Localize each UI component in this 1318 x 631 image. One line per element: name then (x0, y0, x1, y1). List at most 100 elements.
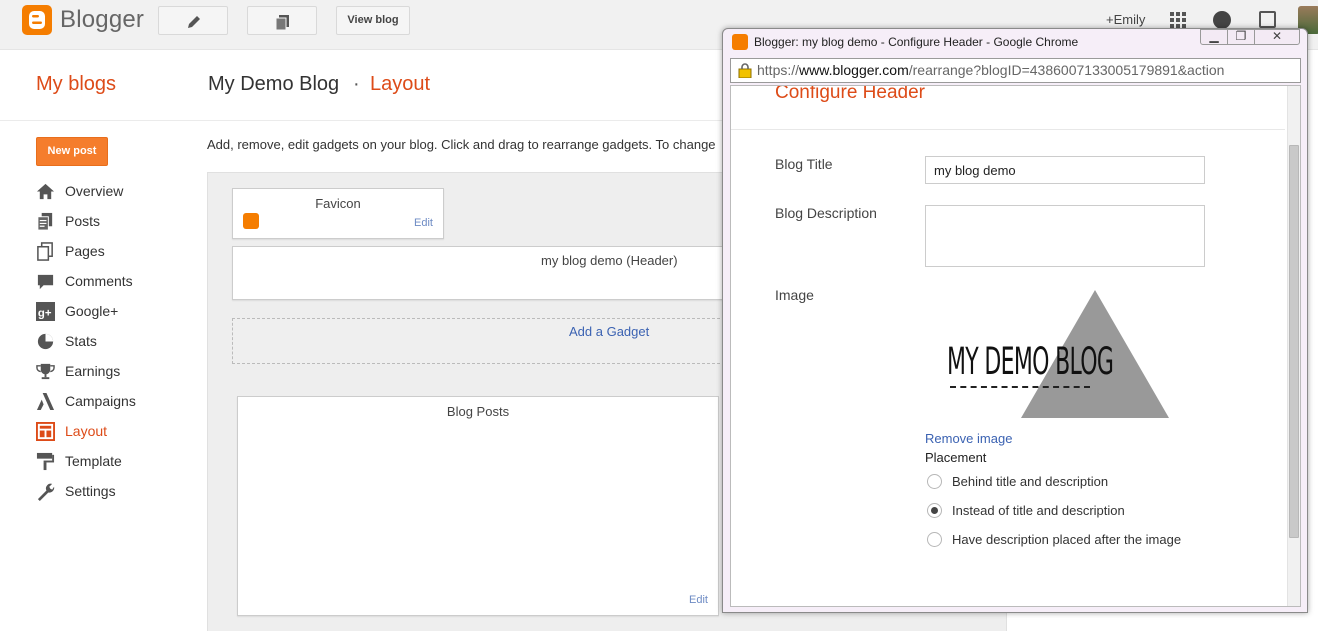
blog-description-label: Blog Description (775, 205, 877, 221)
new-post-button[interactable]: New post (36, 137, 108, 166)
layout-icon (36, 422, 55, 441)
heading-divider (731, 129, 1285, 130)
svg-text:g+: g+ (38, 307, 52, 319)
dialog-heading: Configure Header (775, 85, 925, 103)
sidebar-item-label: Overview (65, 183, 124, 199)
layout-instructions: Add, remove, edit gadgets on your blog. … (207, 137, 716, 152)
user-profile-link[interactable]: +Emily (1106, 12, 1145, 27)
header-image-preview: MY DEMO BLOG (941, 288, 1181, 420)
radio-label: Instead of title and description (952, 503, 1125, 518)
url-path: /rearrange?blogID=4386007133005179891&ac… (908, 62, 1225, 78)
blog-title-input[interactable]: my blog demo (925, 156, 1205, 184)
wrench-icon (37, 483, 55, 501)
image-label: Image (775, 287, 814, 303)
blog-name[interactable]: My Demo Blog (208, 73, 339, 96)
app-name[interactable]: Blogger (60, 6, 144, 34)
minimize-icon: ▁ (1209, 29, 1219, 43)
blog-posts-edit-link[interactable]: Edit (689, 594, 708, 606)
notifications-bell-icon[interactable] (1213, 11, 1231, 29)
address-bar[interactable]: https://www.blogger.com/rearrange?blogID… (730, 58, 1301, 83)
sidebar-item-label: Google+ (65, 303, 119, 319)
radio-label: Behind title and description (952, 474, 1109, 489)
vertical-scrollbar[interactable] (1287, 86, 1300, 606)
window-blogger-icon (732, 34, 748, 50)
radio-button[interactable] (927, 532, 942, 547)
radio-label: Have description placed after the image (952, 532, 1182, 547)
scrollbar-thumb[interactable] (1289, 145, 1299, 538)
posts-icon (37, 212, 53, 231)
close-button[interactable]: ✕ (1254, 29, 1300, 45)
placement-label: Placement (925, 450, 987, 465)
sidebar-item-label: Campaigns (65, 393, 136, 409)
google-plus-icon: g+ (36, 302, 55, 321)
url-host: www.blogger.com (799, 62, 909, 78)
sidebar-item-campaigns[interactable]: Campaigns (36, 390, 186, 420)
breadcrumb-separator: · (353, 73, 360, 95)
sidebar-item-label: Settings (65, 483, 116, 499)
pencil-icon (188, 16, 200, 28)
template-icon (36, 452, 55, 471)
close-icon: ✕ (1271, 29, 1283, 43)
posts-list-button[interactable] (247, 6, 317, 35)
sidebar-item-layout[interactable]: Layout (36, 420, 186, 450)
sidebar-item-google-plus[interactable]: g+ Google+ (36, 300, 186, 330)
new-post-pencil-button[interactable] (158, 6, 228, 35)
header-image-text: MY DEMO BLOG (947, 340, 1114, 383)
sidebar-item-label: Posts (65, 213, 101, 229)
blog-description-textarea[interactable] (925, 205, 1205, 267)
lock-warning-icon (738, 63, 752, 78)
pages-icon (37, 242, 53, 261)
sidebar-item-label: Comments (65, 273, 133, 289)
radio-button-selected[interactable] (927, 503, 942, 518)
comments-icon (37, 274, 54, 290)
maximize-button[interactable]: ❐ (1227, 29, 1255, 45)
favicon-edit-link[interactable]: Edit (414, 217, 433, 229)
home-icon (36, 183, 55, 200)
sidebar-nav: Overview Posts Pages Comments g+ Google+… (36, 180, 186, 510)
url-text: https://www.blogger.com/rearrange?blogID… (757, 62, 1297, 78)
sidebar-item-label: Layout (65, 423, 108, 439)
add-gadget-slot[interactable]: Add a Gadget (232, 318, 725, 364)
favicon-gadget[interactable]: Favicon Edit (232, 188, 444, 239)
add-gadget-link[interactable]: Add a Gadget (569, 324, 649, 339)
gadget-title: Blog Posts (446, 404, 510, 419)
blog-posts-gadget[interactable]: Blog Posts Edit (237, 396, 719, 616)
sidebar-item-stats[interactable]: Stats (36, 330, 186, 360)
dashed-underline (950, 386, 1090, 388)
window-title: Blogger: my blog demo - Configure Header… (754, 35, 1079, 49)
my-blogs-link[interactable]: My blogs (36, 73, 116, 96)
sidebar-item-comments[interactable]: Comments (36, 270, 186, 300)
apps-grid-icon[interactable] (1170, 12, 1186, 28)
sidebar-item-label: Pages (65, 243, 105, 259)
share-plus-icon[interactable] (1259, 11, 1276, 28)
favicon-blogger-icon (243, 213, 259, 229)
gadget-title: Favicon (315, 196, 361, 211)
gadget-title: my blog demo (Header) (541, 253, 678, 268)
sidebar-item-label: Template (65, 453, 122, 469)
trophy-icon (36, 363, 55, 380)
sidebar-item-template[interactable]: Template (36, 450, 186, 480)
blog-title-label: Blog Title (775, 156, 833, 172)
posts-list-icon (275, 15, 289, 31)
sidebar-item-earnings[interactable]: Earnings (36, 360, 186, 390)
minimize-button[interactable]: ▁ (1200, 29, 1228, 45)
configure-header-form: Configure Header Blog Title my blog demo… (730, 85, 1301, 607)
url-scheme: https:// (757, 62, 800, 78)
configure-header-window: Blogger: my blog demo - Configure Header… (722, 28, 1308, 613)
radio-button[interactable] (927, 474, 942, 489)
sidebar-item-settings[interactable]: Settings (36, 480, 186, 510)
sidebar-item-overview[interactable]: Overview (36, 180, 186, 210)
remove-image-link[interactable]: Remove image (925, 431, 1012, 446)
sidebar-item-label: Earnings (65, 363, 121, 379)
sidebar-item-label: Stats (65, 333, 97, 349)
blogger-logo-icon[interactable] (22, 5, 52, 35)
stats-icon (37, 333, 54, 350)
campaigns-icon (36, 392, 55, 411)
sidebar-item-pages[interactable]: Pages (36, 240, 186, 270)
header-divider (0, 120, 725, 121)
header-gadget[interactable]: my blog demo (Header) (232, 246, 725, 300)
sidebar-item-posts[interactable]: Posts (36, 210, 186, 240)
restore-icon: ❐ (1235, 29, 1247, 43)
page-title: Layout (370, 73, 431, 95)
view-blog-button[interactable]: View blog (336, 6, 410, 35)
